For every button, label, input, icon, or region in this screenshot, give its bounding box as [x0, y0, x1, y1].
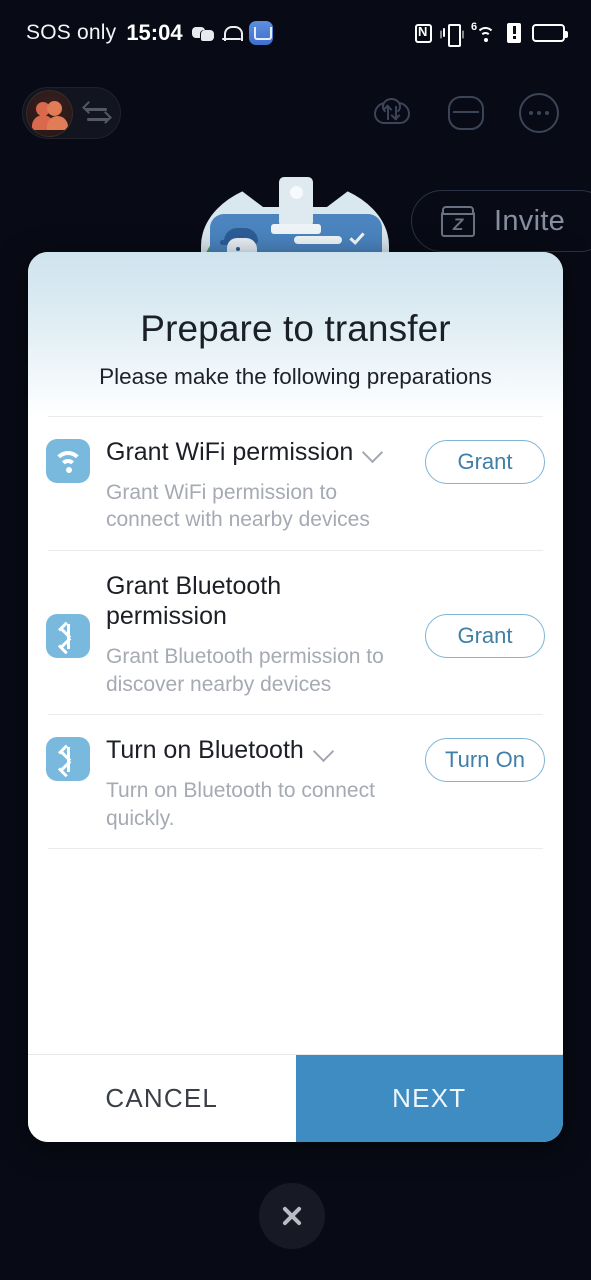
top-navigation-bar [0, 84, 591, 142]
chevron-down-icon[interactable] [363, 442, 383, 462]
more-options-icon[interactable] [517, 91, 561, 135]
battery-icon [532, 24, 568, 42]
clock-label: 15:04 [126, 20, 183, 45]
dialog-header: Prepare to transfer Please make the foll… [28, 252, 563, 416]
grant-wifi-button[interactable]: Grant [425, 440, 545, 484]
carrier-label: SOS only [26, 21, 117, 44]
prepare-to-transfer-dialog: Prepare to transfer Please make the foll… [28, 252, 563, 1142]
phone-screen: SOS only 15:04 6 [0, 0, 591, 1280]
turn-on-bluetooth-button[interactable]: Turn On [425, 738, 545, 783]
bluetooth-icon [46, 737, 90, 782]
permission-description: Grant WiFi permission to connect with ne… [106, 480, 370, 532]
nfc-icon [415, 23, 432, 43]
chevron-down-icon[interactable] [314, 741, 334, 761]
permission-row-wifi[interactable]: Grant WiFi permission Grant WiFi permiss… [46, 417, 545, 550]
invite-label: Invite [494, 204, 566, 237]
sim-alert-icon [507, 23, 521, 43]
close-button[interactable] [259, 1183, 325, 1249]
invite-button[interactable]: Z Invite [411, 190, 591, 252]
close-icon [279, 1203, 305, 1229]
status-bar-right: 6 [415, 21, 568, 47]
cancel-button[interactable]: CANCEL [28, 1055, 296, 1142]
permission-description: Turn on Bluetooth to connect quickly. [106, 778, 375, 830]
nav-icon-group [371, 91, 561, 135]
mail-icon [248, 21, 273, 45]
dialog-footer: CANCEL NEXT [28, 1054, 563, 1142]
status-bar-left: SOS only 15:04 [26, 20, 273, 46]
device-icon[interactable] [444, 91, 488, 135]
zapya-box-icon: Z [440, 204, 478, 238]
permission-row-turn-on-bluetooth[interactable]: Turn on Bluetooth Turn on Bluetooth to c… [46, 715, 545, 848]
divider [48, 848, 543, 850]
grant-bluetooth-button[interactable]: Grant [425, 614, 545, 659]
status-bar: SOS only 15:04 6 [0, 0, 591, 66]
bell-icon [221, 24, 243, 43]
permission-list: Grant WiFi permission Grant WiFi permiss… [28, 416, 563, 1054]
avatar[interactable] [26, 89, 73, 137]
wifi-icon [46, 439, 90, 483]
transfer-arrows-icon [77, 93, 117, 133]
permission-title: Turn on Bluetooth [106, 736, 304, 765]
page-title: Prepare to transfer [140, 308, 451, 349]
permission-row-bluetooth[interactable]: Grant Bluetooth permission Grant Bluetoo… [46, 551, 545, 714]
vibrate-icon [443, 23, 461, 47]
cloud-transfer-icon[interactable] [371, 91, 415, 135]
bluetooth-icon [46, 613, 90, 658]
user-avatar-pill[interactable] [22, 87, 121, 139]
chat-icon [191, 25, 214, 41]
permission-description: Grant Bluetooth permission to discover n… [106, 644, 384, 696]
permission-title: Grant WiFi permission [106, 438, 354, 466]
wifi-6g-icon: 6 [471, 21, 496, 43]
dialog-subtitle: Please make the following preparations [99, 364, 492, 389]
permission-title: Grant Bluetooth permission [106, 571, 282, 631]
next-button[interactable]: NEXT [295, 1055, 563, 1142]
